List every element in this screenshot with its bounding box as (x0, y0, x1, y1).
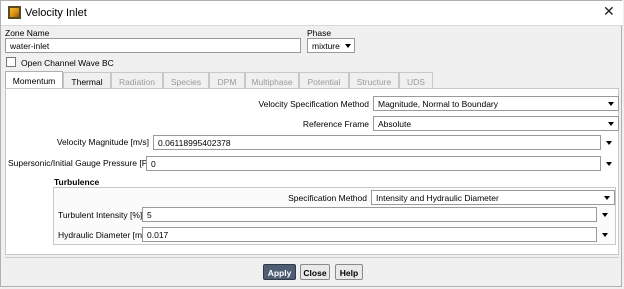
gauge-pressure-label: Supersonic/Initial Gauge Pressure [Pa] (8, 158, 155, 168)
velocity-spec-method-value: Magnitude, Normal to Boundary (378, 99, 499, 109)
close-button[interactable]: Close (300, 264, 330, 280)
velocity-magnitude-label: Velocity Magnitude [m/s] (56, 137, 149, 147)
chevron-down-icon[interactable] (602, 213, 608, 217)
phase-select[interactable]: mixture (307, 38, 355, 53)
reference-frame-select[interactable]: Absolute (373, 116, 619, 131)
reference-frame-label: Reference Frame (302, 119, 369, 129)
help-button[interactable]: Help (335, 264, 363, 280)
fluent-app-icon (8, 6, 21, 19)
chevron-down-icon (608, 122, 614, 126)
tab-radiation[interactable]: Radiation (111, 72, 163, 88)
turbulence-spec-method-label: Specification Method (288, 193, 367, 203)
gauge-pressure-input[interactable]: 0 (146, 156, 601, 171)
velocity-spec-method-select[interactable]: Magnitude, Normal to Boundary (373, 96, 619, 111)
tab-thermal[interactable]: Thermal (63, 72, 111, 88)
velocity-inlet-dialog: Velocity Inlet ✕ Zone Name water-inlet P… (0, 0, 623, 287)
hydraulic-diameter-label: Hydraulic Diameter [m] (58, 230, 145, 240)
chevron-down-icon[interactable] (606, 162, 612, 166)
turbulent-intensity-label: Turbulent Intensity [%] (58, 210, 143, 220)
chevron-down-icon (608, 102, 614, 106)
turbulence-spec-method-value: Intensity and Hydraulic Diameter (376, 193, 499, 203)
open-channel-label: Open Channel Wave BC (21, 58, 114, 68)
tab-species[interactable]: Species (163, 72, 209, 88)
tab-multiphase[interactable]: Multiphase (245, 72, 299, 88)
title-bar: Velocity Inlet ✕ (1, 1, 623, 26)
velocity-magnitude-input[interactable]: 0.06118995402378 (153, 135, 601, 150)
apply-button[interactable]: Apply (263, 264, 296, 280)
tab-uds[interactable]: UDS (399, 72, 433, 88)
hydraulic-diameter-input[interactable]: 0.017 (142, 227, 597, 242)
open-channel-checkbox[interactable] (6, 57, 16, 67)
tab-momentum[interactable]: Momentum (5, 71, 63, 89)
tab-dpm[interactable]: DPM (209, 72, 245, 88)
turbulence-heading: Turbulence (54, 177, 100, 187)
phase-select-value: mixture (312, 41, 340, 51)
chevron-down-icon (604, 196, 610, 200)
zone-name-label: Zone Name (5, 28, 50, 38)
zone-name-input[interactable]: water-inlet (5, 38, 301, 53)
chevron-down-icon[interactable] (606, 141, 612, 145)
reference-frame-value: Absolute (378, 119, 412, 129)
velocity-spec-method-label: Velocity Specification Method (258, 99, 369, 109)
turbulence-spec-method-select[interactable]: Intensity and Hydraulic Diameter (371, 190, 615, 205)
window-title: Velocity Inlet (25, 7, 87, 19)
chevron-down-icon (345, 44, 351, 48)
tab-potential[interactable]: Potential (299, 72, 349, 88)
close-window-icon[interactable]: ✕ (603, 4, 615, 18)
chevron-down-icon[interactable] (602, 233, 608, 237)
tab-structure[interactable]: Structure (349, 72, 399, 88)
turbulent-intensity-input[interactable]: 5 (142, 207, 597, 222)
phase-label: Phase (307, 28, 332, 38)
footer-divider (5, 257, 619, 258)
